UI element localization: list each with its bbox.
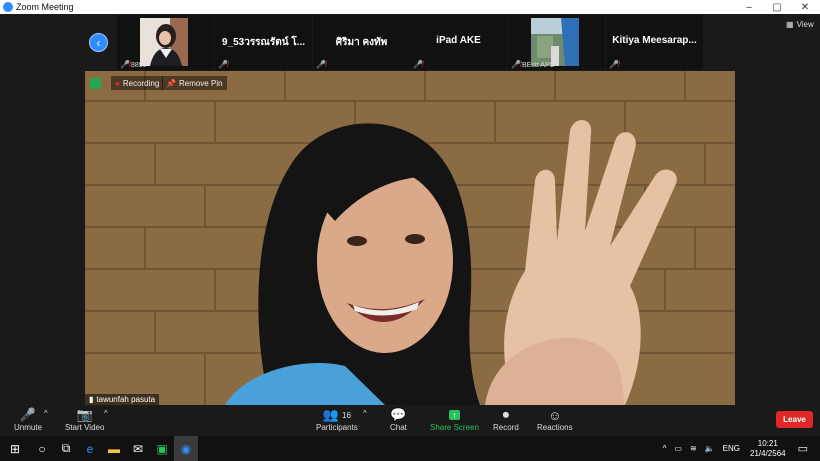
view-button[interactable]: ▦ View xyxy=(786,20,814,29)
start-video-label: Start Video xyxy=(65,423,105,432)
participant-strip: ‹ 🎤̸ 8899 9_53วรรณรัตน์ โ... 🎤̸ ศิริมา ค… xyxy=(0,14,820,70)
participant-tile[interactable]: iPad AKE 🎤̸ xyxy=(410,15,507,70)
recording-indicator[interactable]: ● Recording xyxy=(111,76,164,90)
video-options-chevron-icon[interactable]: ^ xyxy=(104,409,108,418)
participant-name: ศิริมา คงทัพ xyxy=(335,37,388,48)
tray-chevron-icon[interactable]: ^ xyxy=(663,444,667,453)
signal-bars-icon: ▮ xyxy=(89,395,94,404)
participants-label: Participants xyxy=(316,423,358,432)
edge-browser-icon[interactable]: e xyxy=(78,436,102,461)
windows-taskbar: ⊞ ○ ⧉ e ▬ ✉ ▣ ◉ ^ ▭ ≋ 🔈 ENG 10:21 21/4/2… xyxy=(0,436,820,461)
battery-icon[interactable]: ▭ xyxy=(674,444,682,453)
participants-icon: 👥 16 xyxy=(322,407,351,422)
reactions-button[interactable]: ☺ Reactions xyxy=(537,407,573,433)
zoom-app-icon[interactable]: ◉ xyxy=(174,436,198,461)
security-shield-icon[interactable] xyxy=(90,76,101,90)
view-label: View xyxy=(796,20,814,29)
remove-pin-label: Remove Pin xyxy=(178,78,223,88)
unmute-label: Unmute xyxy=(14,423,43,432)
participant-name: iPad AKE xyxy=(436,35,481,46)
maximize-icon[interactable]: ▢ xyxy=(764,0,790,14)
system-tray: ^ ▭ ≋ 🔈 ENG 10:21 21/4/2564 ▭ xyxy=(663,436,820,461)
speaker-name: tawunfah pasuta xyxy=(96,395,156,404)
reactions-icon: ☺ xyxy=(548,407,562,423)
mail-icon[interactable]: ✉ xyxy=(126,436,150,461)
zoom-logo-icon xyxy=(3,2,13,12)
chat-label: Chat xyxy=(390,423,407,432)
participant-tile[interactable]: 🎤̸ 8899 xyxy=(117,15,214,70)
participant-label: BEstt APS xyxy=(522,62,555,69)
chat-button[interactable]: 💬 Chat xyxy=(390,407,407,432)
clock-time: 10:21 xyxy=(757,438,778,448)
muted-mic-icon: 🎤̸ xyxy=(218,60,228,69)
muted-mic-icon: 🎤̸ xyxy=(511,60,521,69)
participant-tile[interactable]: ศิริมา คงทัพ 🎤̸ xyxy=(313,15,410,70)
share-screen-button[interactable]: ↑ Share Screen xyxy=(430,407,479,432)
pin-icon: 📌 xyxy=(166,78,176,88)
muted-mic-icon: 🎤̸ xyxy=(609,60,619,69)
muted-mic-icon: 🎤̸ xyxy=(316,60,326,69)
participant-tile[interactable]: 9_53วรรณรัตน์ โ... 🎤̸ xyxy=(215,15,312,70)
participants-count: 16 xyxy=(342,410,351,420)
participant-photo xyxy=(140,18,188,66)
start-video-button[interactable]: 📷 Start Video xyxy=(65,407,104,432)
strip-prev-button[interactable]: ‹ xyxy=(89,33,108,52)
muted-mic-icon: 🎤̸ xyxy=(120,60,130,69)
search-icon[interactable]: ○ xyxy=(30,436,54,461)
muted-mic-icon: 🎤 xyxy=(19,407,37,422)
participant-tile[interactable]: 🎤̸ BEstt APS xyxy=(508,15,605,70)
wifi-icon[interactable]: ≋ xyxy=(690,444,697,453)
participant-name: 9_53วรรณรัตน์ โ... xyxy=(221,37,306,48)
unmute-button[interactable]: 🎤 Unmute xyxy=(14,407,42,432)
grid-icon: ▦ xyxy=(786,20,794,29)
minimize-icon[interactable]: – xyxy=(736,0,762,14)
task-view-icon[interactable]: ⧉ xyxy=(54,436,78,461)
record-button[interactable]: ⏺ Record xyxy=(493,407,519,432)
clock-date: 21/4/2564 xyxy=(750,448,786,458)
meeting-toolbar: 🎤 Unmute ^ 📷 Start Video ^ 👥 16 Participa… xyxy=(0,405,820,436)
leave-button[interactable]: Leave xyxy=(776,411,813,428)
share-screen-label: Share Screen xyxy=(430,423,479,432)
participant-photo xyxy=(531,18,579,66)
chat-icon: 💬 xyxy=(390,407,407,422)
keyboard-language[interactable]: ENG xyxy=(723,444,740,453)
speaker-name-tag: ▮ tawunfah pasuta xyxy=(85,394,160,405)
audio-options-chevron-icon[interactable]: ^ xyxy=(44,409,48,418)
record-label: Record xyxy=(493,423,519,432)
speaker-video-frame xyxy=(85,71,735,405)
video-off-icon: 📷 xyxy=(76,407,93,422)
recording-dot-icon: ● xyxy=(115,78,120,88)
close-icon[interactable]: ✕ xyxy=(792,0,818,14)
participant-label: 8899 xyxy=(131,62,147,69)
active-speaker-video: ● Recording 📌 Remove Pin ▮ tawunfah pasu… xyxy=(85,71,735,405)
participants-button[interactable]: 👥 16 Participants xyxy=(316,407,358,432)
participant-name: Kitiya Meesarap... xyxy=(612,35,697,46)
line-app-icon[interactable]: ▣ xyxy=(150,436,174,461)
file-explorer-icon[interactable]: ▬ xyxy=(102,436,126,461)
window-title: Zoom Meeting xyxy=(16,2,74,12)
share-screen-icon: ↑ xyxy=(449,407,460,423)
participant-tile[interactable]: Kitiya Meesarap... 🎤̸ xyxy=(606,15,703,70)
remove-pin-button[interactable]: 📌 Remove Pin xyxy=(162,76,227,90)
clock[interactable]: 10:21 21/4/2564 xyxy=(750,439,786,459)
notifications-icon[interactable]: ▭ xyxy=(798,442,808,455)
reactions-label: Reactions xyxy=(537,423,573,432)
muted-mic-icon: 🎤̸ xyxy=(413,60,423,69)
title-bar: Zoom Meeting xyxy=(0,0,820,14)
recording-label: Recording xyxy=(122,78,160,88)
record-icon: ⏺ xyxy=(502,407,510,422)
start-icon[interactable]: ⊞ xyxy=(0,436,30,461)
participants-chevron-icon[interactable]: ^ xyxy=(363,409,367,418)
volume-icon[interactable]: 🔈 xyxy=(705,444,715,453)
